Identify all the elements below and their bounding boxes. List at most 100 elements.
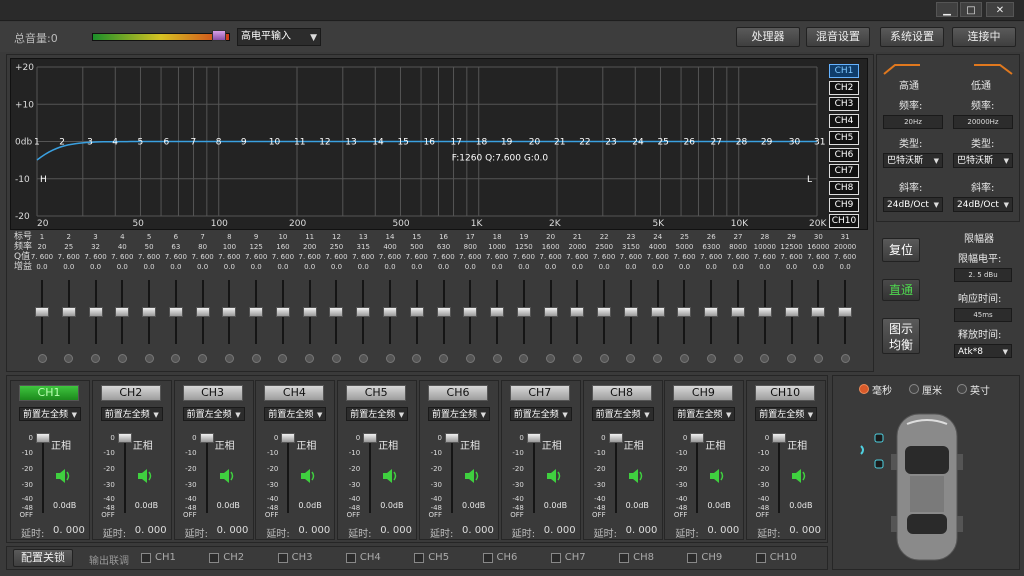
eq-band-slider-thumb[interactable] — [570, 307, 585, 317]
unit-cm-radio[interactable] — [909, 384, 919, 394]
band-marker[interactable]: 14 — [372, 138, 384, 148]
eq-band-gain[interactable]: 0.0 — [377, 262, 403, 272]
eq-band-q[interactable]: 7. 600 — [270, 252, 296, 262]
eq-band-gain[interactable]: 0.0 — [163, 262, 189, 272]
channel-delay-value[interactable]: 0. 000 — [53, 525, 85, 536]
channel-phase-label[interactable]: 正相 — [460, 437, 480, 452]
eq-band-bypass-indicator[interactable] — [251, 354, 261, 363]
eq-band-bypass-indicator[interactable] — [331, 354, 341, 363]
eq-band-gain[interactable]: 0.0 — [752, 262, 778, 272]
eq-band-slider-thumb[interactable] — [356, 307, 371, 317]
eq-band-q[interactable]: 7. 600 — [725, 252, 751, 262]
eq-band-gain[interactable]: 0.0 — [350, 262, 376, 272]
output-link-checkbox[interactable] — [755, 553, 766, 563]
eq-band-bypass-indicator[interactable] — [117, 354, 127, 363]
output-link-checkbox[interactable] — [687, 553, 698, 563]
output-link-checkbox[interactable] — [141, 553, 151, 563]
eq-band-q[interactable]: 7. 600 — [698, 252, 724, 262]
eq-band-slider-thumb[interactable] — [811, 307, 826, 317]
lowpass-slope-select[interactable]: 24dB/Oct ▼ — [953, 197, 1013, 212]
eq-band-q[interactable]: 7. 600 — [56, 252, 82, 262]
eq-band-gain[interactable]: 0.0 — [698, 262, 724, 272]
eq-band-slider-thumb[interactable] — [115, 307, 130, 317]
eq-band-gain[interactable]: 0.0 — [83, 262, 109, 272]
channel-fader-track[interactable] — [369, 437, 372, 513]
band-marker[interactable]: 13 — [345, 138, 356, 148]
eq-band-gain[interactable]: 0.0 — [136, 262, 162, 272]
graph-channel-button[interactable]: CH8 — [829, 180, 859, 195]
channel-fader-thumb[interactable] — [281, 433, 296, 443]
output-link-checkbox[interactable] — [619, 553, 630, 563]
channel-source-select[interactable]: 前置左全频 ▼ — [346, 407, 409, 421]
channel-phase-label[interactable]: 正相 — [705, 437, 725, 452]
speaker-volume-icon[interactable] — [546, 469, 562, 483]
eq-band-frequency[interactable]: 2000 — [564, 242, 590, 252]
graph-channel-button[interactable]: CH3 — [829, 97, 859, 112]
channel-fader-track[interactable] — [123, 437, 126, 513]
eq-band-q[interactable]: 7. 600 — [805, 252, 831, 262]
eq-band-bypass-indicator[interactable] — [572, 354, 582, 363]
eq-band-frequency[interactable]: 40 — [109, 242, 135, 252]
lowpass-freq-input[interactable]: 20000Hz — [953, 115, 1013, 129]
band-marker[interactable]: 29 — [761, 138, 773, 148]
limiter-response-input[interactable]: 45ms — [954, 308, 1012, 322]
eq-band-q[interactable]: 7. 600 — [564, 252, 590, 262]
channel-name-button[interactable]: CH6 — [428, 385, 488, 401]
config-lock-button[interactable]: 配置关锁 — [13, 549, 73, 567]
graph-channel-button[interactable]: CH10 — [829, 214, 859, 229]
speaker-icon-front-left[interactable] — [859, 432, 889, 472]
eq-band-gain[interactable]: 0.0 — [56, 262, 82, 272]
channel-phase-label[interactable]: 正相 — [296, 437, 316, 452]
band-marker[interactable]: 22 — [579, 138, 590, 148]
eq-band-gain[interactable]: 0.0 — [216, 262, 242, 272]
eq-band-frequency[interactable]: 1250 — [511, 242, 537, 252]
eq-band-slider-thumb[interactable] — [142, 307, 157, 317]
eq-band-slider-thumb[interactable] — [597, 307, 612, 317]
band-marker[interactable]: 7 — [191, 138, 197, 148]
band-marker[interactable]: 28 — [736, 138, 748, 148]
channel-fader-track[interactable] — [205, 437, 208, 513]
eq-band-frequency[interactable]: 6300 — [698, 242, 724, 252]
eq-band-bypass-indicator[interactable] — [492, 354, 502, 363]
band-marker[interactable]: 17 — [451, 138, 462, 148]
channel-delay-value[interactable]: 0. 000 — [462, 525, 494, 536]
eq-band-bypass-indicator[interactable] — [37, 354, 47, 363]
eq-band-slider-thumb[interactable] — [516, 307, 531, 317]
band-marker[interactable]: 6 — [164, 138, 170, 148]
eq-band-bypass-indicator[interactable] — [599, 354, 609, 363]
eq-band-gain[interactable]: 0.0 — [297, 262, 323, 272]
eq-band-slider-thumb[interactable] — [302, 307, 317, 317]
eq-graph[interactable]: +20 +10 0db -10 -20 20 50 100 200 500 1K 2K 5K 10K 20K… — [10, 58, 868, 230]
eq-band-bypass-indicator[interactable] — [224, 354, 234, 363]
channel-name-button[interactable]: CH9 — [673, 385, 734, 401]
eq-band-slider-thumb[interactable] — [275, 307, 290, 317]
eq-band-frequency[interactable]: 16000 — [805, 242, 831, 252]
lowpass-type-select[interactable]: 巴特沃斯 ▼ — [953, 153, 1013, 168]
channel-fader-track[interactable] — [42, 437, 44, 513]
output-link-checkbox[interactable] — [550, 553, 561, 563]
eq-band-q[interactable]: 7. 600 — [29, 252, 55, 262]
channel-fader-track[interactable] — [287, 437, 290, 513]
eq-band-slider-thumb[interactable] — [650, 307, 665, 317]
band-marker[interactable]: 24 — [632, 138, 644, 148]
channel-source-select[interactable]: 前置左全频 ▼ — [755, 407, 818, 421]
output-link-checkbox[interactable] — [209, 553, 220, 563]
speaker-volume-icon[interactable] — [137, 469, 153, 483]
band-marker[interactable]: 1 — [34, 138, 40, 148]
close-button[interactable]: ✕ — [986, 2, 1014, 17]
eq-band-q[interactable]: 7. 600 — [163, 252, 189, 262]
eq-band-frequency[interactable]: 250 — [323, 242, 349, 252]
eq-band-frequency[interactable]: 12500 — [779, 242, 805, 252]
minimize-button[interactable]: ▁ — [936, 2, 958, 17]
eq-band-frequency[interactable]: 20 — [29, 242, 55, 252]
unit-inch-radio[interactable] — [957, 384, 967, 394]
band-marker[interactable]: 30 — [789, 138, 801, 148]
channel-phase-label[interactable]: 正相 — [133, 437, 153, 452]
eq-band-bypass-indicator[interactable] — [787, 354, 797, 363]
bypass-button[interactable]: 直通 — [882, 279, 920, 301]
speaker-volume-icon[interactable] — [709, 469, 725, 483]
eq-band-frequency[interactable]: 63 — [163, 242, 189, 252]
eq-band-frequency[interactable]: 50 — [136, 242, 162, 252]
output-link-checkbox[interactable] — [414, 553, 425, 563]
eq-band-gain[interactable]: 0.0 — [511, 262, 537, 272]
